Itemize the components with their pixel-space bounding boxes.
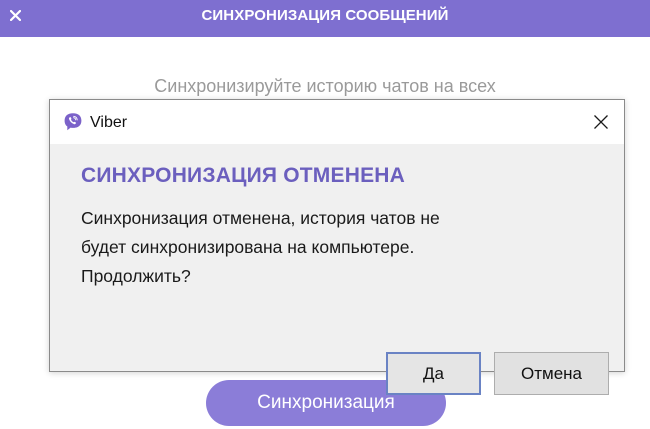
dialog-body: СИНХРОНИЗАЦИЯ ОТМЕНЕНА Синхронизация отм… [50,144,624,395]
dialog-message-line: будет синхронизирована на компьютере. [81,237,415,257]
dialog-message-line: Продолжить? [81,266,191,286]
dialog-titlebar: Viber [50,100,624,144]
dialog-message: Синхронизация отменена, история чатов не… [81,204,561,291]
cancel-button[interactable]: Отмена [494,352,609,395]
header-title: СИНХРОНИЗАЦИЯ СООБЩЕНИЙ [201,6,449,24]
sync-cancelled-dialog: Viber СИНХРОНИЗАЦИЯ ОТМЕНЕНА Синхронизац… [49,99,625,395]
dialog-close-icon[interactable] [592,113,610,131]
app-header: СИНХРОНИЗАЦИЯ СООБЩЕНИЙ [0,0,650,37]
dialog-heading: СИНХРОНИЗАЦИЯ ОТМЕНЕНА [81,164,406,187]
viber-logo-icon [64,113,82,131]
yes-button[interactable]: Да [386,352,481,395]
sync-description: Синхронизируйте историю чатов на всех [154,76,496,96]
dialog-window-title: Viber [90,114,128,131]
dialog-message-line: Синхронизация отменена, история чатов не [81,208,440,228]
